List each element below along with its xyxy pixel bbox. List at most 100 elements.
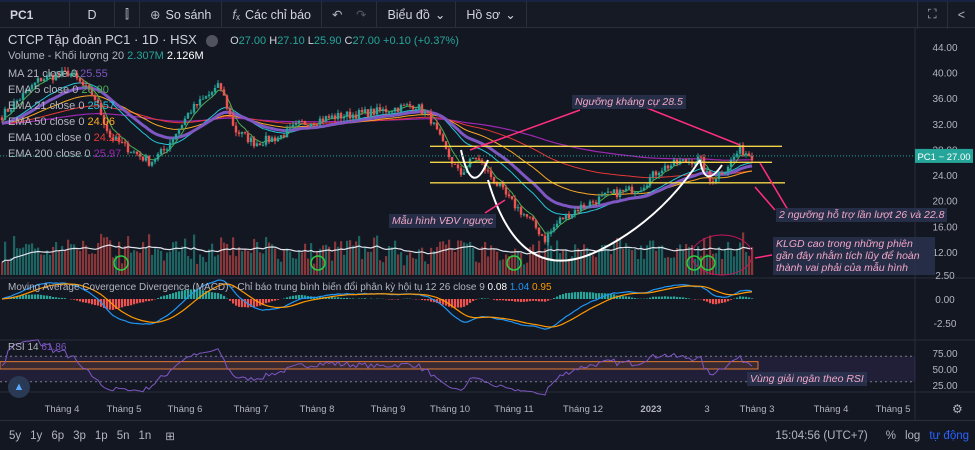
macd-histogram-bar <box>646 298 649 299</box>
candle <box>639 190 643 193</box>
volume-bar <box>673 257 676 275</box>
ohlc: O27.00 H27.10 L25.90 C27.00 +0.10 (+0.37… <box>230 35 459 47</box>
logo-icon[interactable]: ▲ <box>8 376 30 398</box>
volume-bar <box>91 253 94 275</box>
interval-button[interactable]: D <box>70 0 115 29</box>
profile-menu[interactable]: Hồ sơ ⌄ <box>456 0 527 29</box>
macd-histogram-bar <box>703 299 706 301</box>
candle <box>417 104 421 110</box>
volume-bar <box>295 258 298 275</box>
macd-histogram-bar <box>712 299 715 305</box>
auto-toggle[interactable]: tự động <box>929 430 969 442</box>
volume-bar <box>262 253 265 275</box>
date-range-icon[interactable]: ⊞ <box>165 429 175 443</box>
candle-type-icon[interactable]: ⫿ <box>115 0 141 29</box>
range-5y[interactable]: 5y <box>9 430 21 442</box>
volume-bar <box>235 256 238 275</box>
macd-histogram-bar <box>43 295 46 299</box>
candle <box>378 107 382 111</box>
macd-histogram-bar <box>652 296 655 299</box>
macd-histogram-bar <box>223 295 226 299</box>
volume-bar <box>592 255 595 275</box>
candle <box>438 129 442 135</box>
chevron-down-icon: ⌄ <box>434 8 446 22</box>
volume-bar <box>586 247 589 275</box>
macd-histogram-bar <box>334 297 337 299</box>
volume-bar <box>388 246 391 275</box>
macd-histogram-bar <box>163 295 166 299</box>
share-icon[interactable]: < <box>948 1 975 29</box>
macd-histogram-bar <box>277 299 280 300</box>
chart-menu[interactable]: Biểu đồ ⌄ <box>377 0 457 29</box>
volume-bar <box>136 251 139 275</box>
redo-icon[interactable]: ↷ <box>356 7 366 22</box>
candle <box>594 202 598 205</box>
candle <box>243 132 247 134</box>
macd-histogram-bar <box>520 299 523 302</box>
range-1n[interactable]: 1n <box>139 430 152 442</box>
range-6p[interactable]: 6p <box>51 430 64 442</box>
candle <box>576 209 580 212</box>
candle <box>360 110 364 113</box>
macd-histogram-bar <box>682 297 685 299</box>
candle <box>396 107 400 112</box>
candle <box>591 201 595 203</box>
symbol-search[interactable]: PC1 <box>0 0 70 29</box>
candle <box>258 143 262 145</box>
macd-histogram-bar <box>76 299 79 301</box>
range-1p[interactable]: 1p <box>95 430 108 442</box>
volume-bar <box>643 258 646 275</box>
macd-histogram-bar <box>64 298 67 299</box>
candle <box>624 188 628 191</box>
volume-bar <box>124 245 127 275</box>
volume-bar <box>490 245 493 275</box>
range-5n[interactable]: 5n <box>117 430 130 442</box>
candle <box>246 133 250 143</box>
candle <box>486 170 490 172</box>
volume-bar <box>559 253 562 275</box>
volume-bar <box>220 237 223 275</box>
candle <box>0 117 4 121</box>
range-3p[interactable]: 3p <box>73 430 86 442</box>
macd-histogram-bar <box>292 295 295 299</box>
macd-histogram-bar <box>577 292 580 299</box>
volume-bar <box>247 250 250 275</box>
log-toggle[interactable]: log <box>905 430 920 442</box>
settings-gear-icon[interactable]: ⚙ <box>952 402 963 416</box>
macd-histogram-bar <box>679 297 682 299</box>
chevron-down-icon: ⌄ <box>505 8 516 22</box>
volume-bar <box>679 244 682 275</box>
volume-bar <box>331 260 334 275</box>
collapse-icon[interactable] <box>206 34 219 47</box>
indicators-button[interactable]: fₓ Các chỉ báo <box>222 0 322 29</box>
candle <box>462 172 466 175</box>
percent-toggle[interactable]: % <box>886 430 896 442</box>
candle <box>327 116 331 118</box>
fullscreen-icon[interactable]: ⛶ <box>916 0 948 29</box>
candle <box>363 109 367 113</box>
volume-bar <box>613 243 616 275</box>
volume-bar <box>562 250 565 275</box>
range-1y[interactable]: 1y <box>30 430 42 442</box>
candle <box>735 153 739 157</box>
macd-histogram-bar <box>49 296 52 299</box>
volume-bar <box>415 258 418 275</box>
volume-bar <box>568 258 571 275</box>
macd-histogram-bar <box>214 292 217 299</box>
volume-bar <box>688 246 691 275</box>
macd-histogram-bar <box>727 299 730 302</box>
candle <box>201 98 205 100</box>
candle <box>3 108 7 121</box>
compare-button[interactable]: ⊕ So sánh <box>140 0 223 29</box>
volume-bar <box>595 257 598 275</box>
macd-histogram-bar <box>508 299 511 301</box>
volume-bar <box>265 237 268 275</box>
rsi-tick: 75.00 <box>932 349 957 360</box>
macd-histogram-bar <box>151 299 154 301</box>
volume-bar <box>22 247 25 275</box>
undo-icon[interactable]: ↶ <box>332 7 342 22</box>
price-tick: 32.00 <box>932 120 957 131</box>
volume-bar <box>151 254 154 275</box>
volume-bar <box>139 252 142 275</box>
volume-bar <box>448 239 451 275</box>
